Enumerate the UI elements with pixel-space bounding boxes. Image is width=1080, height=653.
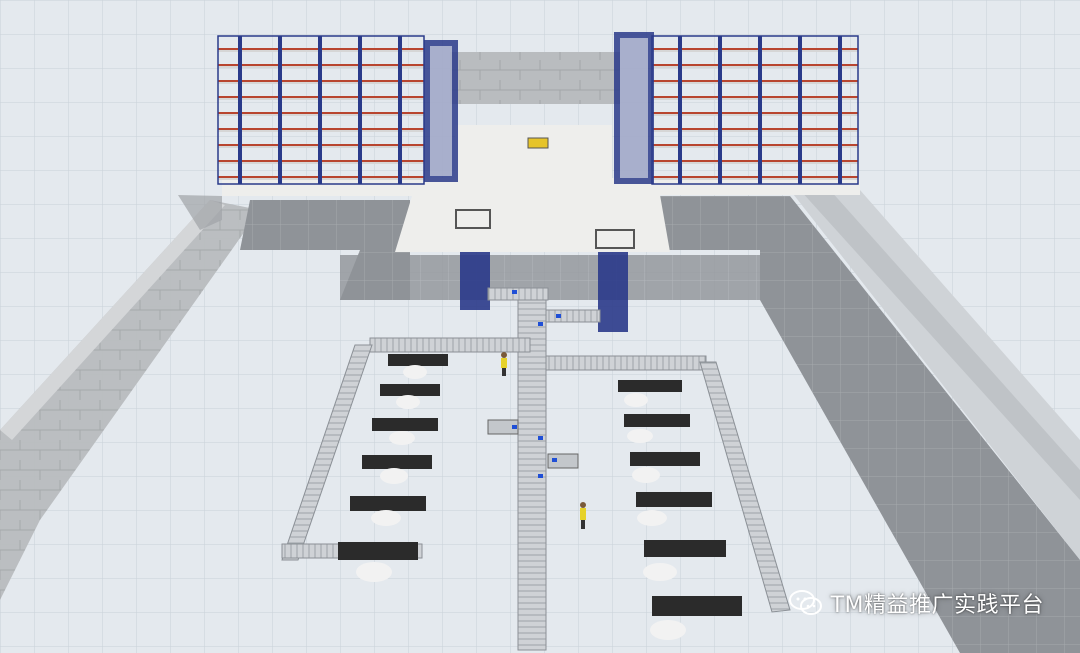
storage-rack-left xyxy=(217,35,458,185)
storage-rack-right xyxy=(614,32,859,185)
back-wall xyxy=(450,52,620,104)
simulation-viewport[interactable]: TM精益推广实践平台 xyxy=(0,0,1080,653)
vertical-lift-right xyxy=(598,252,628,332)
watermark: TM精益推广实践平台 xyxy=(788,587,1044,619)
dark-floor-center xyxy=(340,255,760,300)
conveyor-branch-top-right xyxy=(545,355,707,371)
conveyor-feeder-top xyxy=(487,287,549,301)
agv-forklift xyxy=(527,137,549,149)
conveyor-feeder-right xyxy=(539,309,601,323)
vertical-lift-left xyxy=(460,252,490,310)
watermark-text: TM精益推广实践平台 xyxy=(830,593,1044,618)
warehouse-3d-scene xyxy=(0,0,1080,653)
conveyor-branch-top-left xyxy=(369,337,531,353)
wechat-icon xyxy=(788,590,822,615)
